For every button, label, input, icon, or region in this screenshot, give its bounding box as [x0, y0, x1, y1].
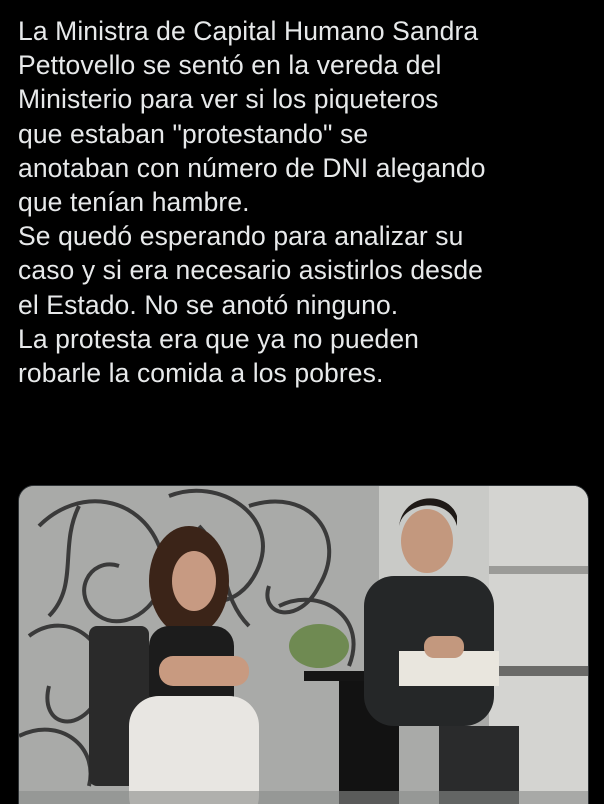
photo-rail: [489, 566, 588, 574]
photo-woman-pants: [129, 696, 259, 804]
photo-man-face: [401, 509, 453, 573]
tweet-text-line: que tenían hambre.: [18, 187, 250, 218]
photo-scene: [19, 486, 588, 804]
tweet-text: La Ministra de Capital Humano Sandra Pet…: [18, 14, 593, 390]
tweet-text-line: robarle la comida a los pobres.: [18, 358, 384, 389]
tweet-text-line: que estaban "protestando" se: [18, 118, 369, 149]
tweet-text-line: el Estado. No se anotó ninguno.: [18, 289, 399, 320]
photo-man-hand: [424, 636, 464, 658]
photo-car-roof: [489, 666, 588, 676]
tweet-photo[interactable]: [18, 485, 589, 804]
tweet-text-line: anotaban con número de DNI alegando: [18, 152, 486, 183]
tweet-text-line: caso y si era necesario asistirlos desde: [18, 255, 484, 286]
tweet-text-line: La protesta era que ya no pueden: [18, 323, 420, 354]
tweet-card: La Ministra de Capital Humano Sandra Pet…: [0, 0, 604, 804]
tweet-text-line: Ministerio para ver si los piqueteros: [18, 84, 439, 115]
photo-ground: [19, 791, 588, 804]
photo-woman-arms: [159, 656, 249, 686]
photo-plant: [289, 624, 349, 668]
tweet-text-line: Pettovello se sentó en la vereda del: [18, 50, 442, 81]
photo-woman-face: [172, 551, 216, 611]
tweet-text-line: La Ministra de Capital Humano Sandra: [18, 16, 479, 46]
tweet-text-line: Se quedó esperando para analizar su: [18, 221, 464, 252]
